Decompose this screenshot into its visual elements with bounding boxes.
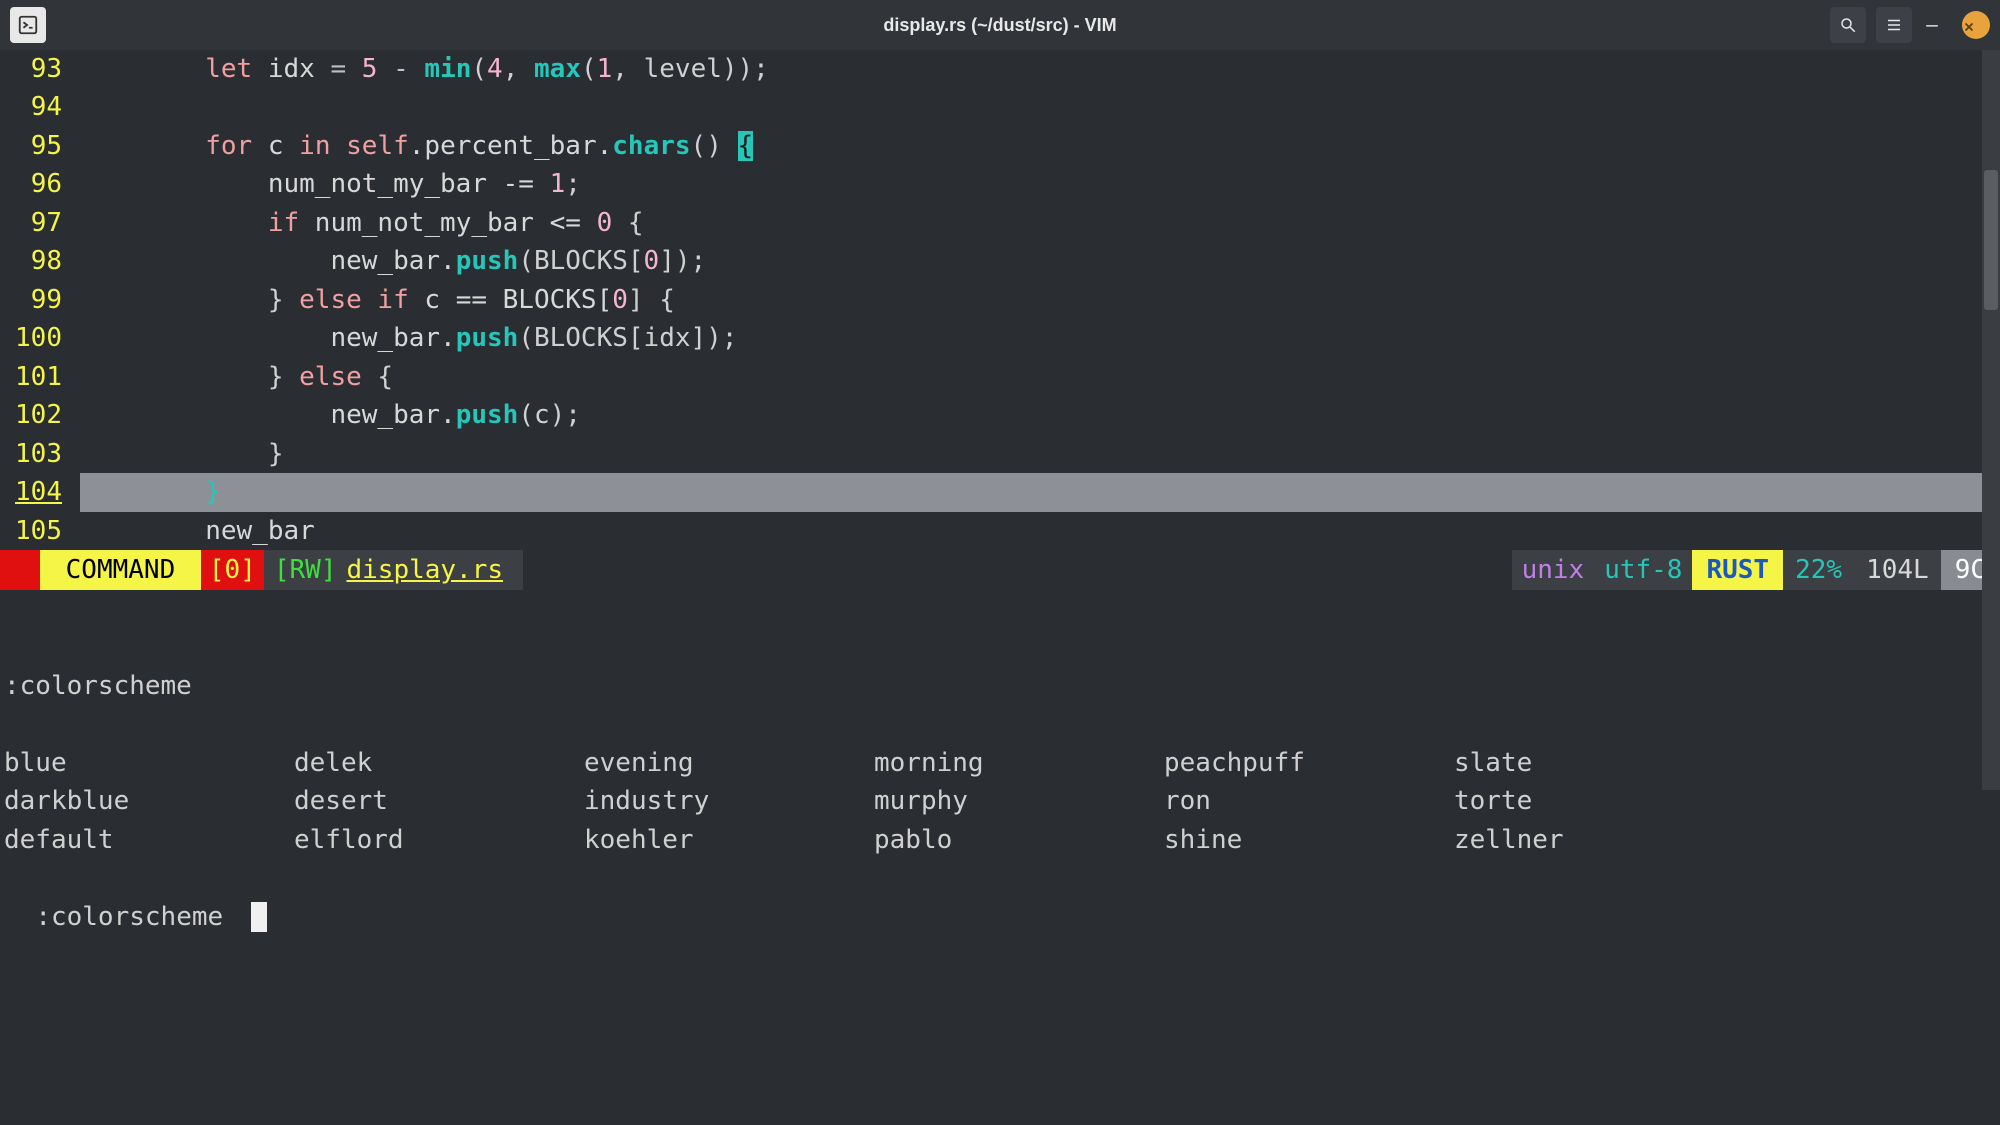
code-line[interactable]: 94 (0, 88, 2000, 126)
minimize-icon (1922, 10, 1942, 30)
app-icon (10, 7, 46, 43)
status-language: RUST (1692, 550, 1783, 590)
completion-item[interactable]: blue (4, 744, 294, 782)
completion-item[interactable]: pablo (874, 821, 1164, 859)
code-content[interactable]: new_bar.push(c); (80, 396, 2000, 434)
status-buffer-number: [0] (201, 550, 264, 590)
code-content[interactable] (80, 88, 2000, 126)
command-prompt-line[interactable]: :colorscheme (0, 859, 2000, 936)
code-line[interactable]: 102 new_bar.push(c); (0, 396, 2000, 434)
code-content[interactable]: } else if c == BLOCKS[0] { (80, 281, 2000, 319)
code-line[interactable]: 95 for c in self.percent_bar.chars() { (0, 127, 2000, 165)
completion-item[interactable]: industry (584, 782, 874, 820)
minimize-button[interactable] (1922, 10, 1952, 40)
code-line[interactable]: 100 new_bar.push(BLOCKS[idx]); (0, 319, 2000, 357)
status-bar: COMMAND [0] [RW] display.rs unix utf-8 R… (0, 550, 2000, 590)
code-content[interactable]: } (80, 435, 2000, 473)
code-content[interactable]: for c in self.percent_bar.chars() { (80, 127, 2000, 165)
completion-item[interactable]: koehler (584, 821, 874, 859)
completion-item[interactable]: default (4, 821, 294, 859)
status-indicator (0, 550, 40, 590)
line-number: 94 (0, 88, 80, 126)
code-line[interactable]: 105 new_bar (0, 512, 2000, 550)
completion-item[interactable]: delek (294, 744, 584, 782)
line-number: 96 (0, 165, 80, 203)
command-prompt: :colorscheme (35, 902, 239, 932)
code-line[interactable]: 104 } (0, 473, 2000, 511)
scrollbar-thumb[interactable] (1984, 170, 1998, 310)
status-line-count: 104L (1854, 550, 1941, 590)
titlebar: display.rs (~/dust/src) - VIM (0, 0, 2000, 50)
code-line[interactable]: 103 } (0, 435, 2000, 473)
search-icon (1839, 16, 1857, 34)
code-content[interactable]: } (80, 473, 2000, 511)
code-content[interactable]: new_bar.push(BLOCKS[idx]); (80, 319, 2000, 357)
window-title: display.rs (~/dust/src) - VIM (883, 15, 1116, 36)
line-number: 97 (0, 204, 80, 242)
completion-item[interactable]: elflord (294, 821, 584, 859)
status-filename: display.rs (346, 550, 523, 590)
code-content[interactable]: new_bar (80, 512, 2000, 550)
line-number: 99 (0, 281, 80, 319)
search-button[interactable] (1830, 7, 1866, 43)
command-area: :colorscheme (0, 590, 2000, 744)
status-fileformat: unix (1512, 550, 1595, 590)
status-readwrite: [RW] (264, 550, 347, 590)
line-number: 104 (0, 473, 80, 511)
completion-list: bluedarkbluedefault delekdesertelflord eve… (0, 744, 2000, 859)
completion-item[interactable]: murphy (874, 782, 1164, 820)
completion-item[interactable]: desert (294, 782, 584, 820)
line-number: 100 (0, 319, 80, 357)
code-line[interactable]: 99 } else if c == BLOCKS[0] { (0, 281, 2000, 319)
scrollbar[interactable] (1982, 50, 2000, 790)
line-number: 105 (0, 512, 80, 550)
editor-area[interactable]: 93 let idx = 5 - min(4, max(1, level));9… (0, 50, 2000, 550)
status-encoding: utf-8 (1594, 550, 1692, 590)
line-number: 103 (0, 435, 80, 473)
completion-item[interactable]: slate (1454, 744, 1744, 782)
close-button[interactable] (1962, 11, 1990, 39)
code-line[interactable]: 97 if num_not_my_bar <= 0 { (0, 204, 2000, 242)
status-percent: 22% (1783, 550, 1854, 590)
completion-item[interactable]: shine (1164, 821, 1454, 859)
code-content[interactable]: let idx = 5 - min(4, max(1, level)); (80, 50, 2000, 88)
code-content[interactable]: new_bar.push(BLOCKS[0]); (80, 242, 2000, 280)
command-header: :colorscheme (4, 667, 1996, 705)
line-number: 95 (0, 127, 80, 165)
completion-item[interactable]: peachpuff (1164, 744, 1454, 782)
completion-item[interactable]: evening (584, 744, 874, 782)
code-line[interactable]: 96 num_not_my_bar -= 1; (0, 165, 2000, 203)
line-number: 98 (0, 242, 80, 280)
line-number: 93 (0, 50, 80, 88)
menu-button[interactable] (1876, 7, 1912, 43)
code-content[interactable]: num_not_my_bar -= 1; (80, 165, 2000, 203)
code-line[interactable]: 98 new_bar.push(BLOCKS[0]); (0, 242, 2000, 280)
code-content[interactable]: } else { (80, 358, 2000, 396)
completion-item[interactable]: ron (1164, 782, 1454, 820)
cursor (251, 902, 267, 932)
line-number: 102 (0, 396, 80, 434)
hamburger-icon (1885, 16, 1903, 34)
completion-item[interactable]: darkblue (4, 782, 294, 820)
completion-item[interactable]: zellner (1454, 821, 1744, 859)
close-icon (1962, 20, 1976, 34)
completion-item[interactable]: torte (1454, 782, 1744, 820)
completion-item[interactable]: morning (874, 744, 1164, 782)
line-number: 101 (0, 358, 80, 396)
status-mode: COMMAND (40, 550, 201, 590)
code-line[interactable]: 101 } else { (0, 358, 2000, 396)
code-line[interactable]: 93 let idx = 5 - min(4, max(1, level)); (0, 50, 2000, 88)
code-content[interactable]: if num_not_my_bar <= 0 { (80, 204, 2000, 242)
